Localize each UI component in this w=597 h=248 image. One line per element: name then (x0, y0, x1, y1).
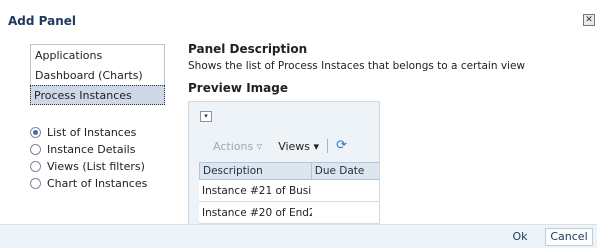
table-row: Instance #20 of End2 (199, 202, 379, 224)
panel-description-heading: Panel Description (188, 42, 308, 56)
option-label: Chart of Instances (47, 176, 148, 190)
option-label: Views (List filters) (47, 159, 145, 173)
table-cell: Instance #21 of Busi (202, 185, 312, 197)
preview-table: Description Due Date Instance #21 of Bus… (199, 162, 379, 224)
preview-toolbar: Actions ▿ Views ▾ ⟳ (189, 132, 379, 160)
close-icon[interactable]: ✕ (583, 14, 595, 26)
preview-image: ▾ Actions ▿ Views ▾ ⟳ Description Due Da… (188, 101, 380, 227)
panel-type-options: List of Instances Instance Details Views… (30, 124, 147, 192)
category-process-instances[interactable]: Process Instances (30, 85, 165, 105)
table-cell: Instance #20 of End2 (202, 207, 312, 219)
category-dashboard-charts[interactable]: Dashboard (Charts) (31, 65, 164, 85)
preview-actions-menu: Actions ▿ (213, 139, 263, 153)
radio-unselected[interactable] (30, 177, 41, 189)
add-panel-dialog: Add Panel ✕ Applications Dashboard (Char… (0, 0, 597, 248)
option-instance-details[interactable]: Instance Details (30, 141, 147, 157)
option-views-list-filters[interactable]: Views (List filters) (30, 158, 147, 174)
dialog-footer: Ok Cancel (0, 224, 597, 248)
option-label: Instance Details (47, 142, 136, 156)
preview-views-menu: Views ▾ (278, 139, 320, 153)
option-chart-of-instances[interactable]: Chart of Instances (30, 175, 147, 191)
column-header: Description (200, 163, 312, 179)
panel-description-text: Shows the list of Process Instaces that … (188, 60, 526, 72)
chevron-down-icon: ▾ (200, 111, 212, 122)
radio-unselected[interactable] (30, 143, 41, 155)
dialog-title: Add Panel (8, 14, 77, 28)
option-label: List of Instances (47, 125, 137, 139)
ok-button[interactable]: Ok (506, 228, 534, 246)
table-header: Description Due Date (199, 162, 379, 180)
toolbar-divider (327, 139, 329, 153)
radio-selected[interactable] (30, 126, 41, 138)
option-list-of-instances[interactable]: List of Instances (30, 124, 147, 140)
category-list: Applications Dashboard (Charts) Process … (30, 44, 165, 105)
cancel-button[interactable]: Cancel (545, 228, 593, 246)
radio-unselected[interactable] (30, 160, 41, 172)
preview-image-heading: Preview Image (188, 81, 288, 95)
table-row: Instance #21 of Busi (199, 180, 379, 202)
refresh-icon: ⟳ (336, 138, 347, 153)
category-applications[interactable]: Applications (31, 45, 164, 65)
column-header: Due Date (314, 165, 365, 177)
